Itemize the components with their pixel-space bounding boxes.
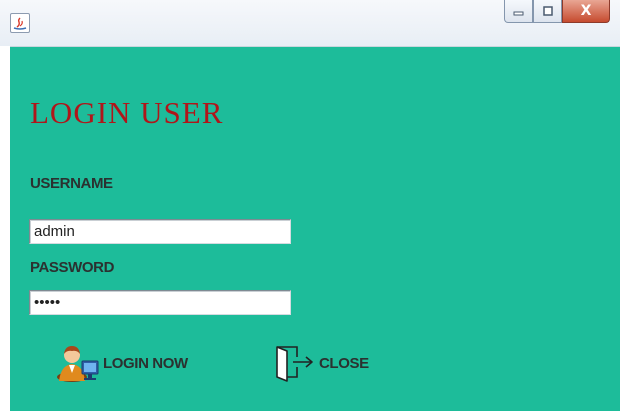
java-app-icon[interactable] xyxy=(10,13,30,33)
minimize-icon xyxy=(513,11,523,16)
maximize-button[interactable] xyxy=(533,0,562,23)
username-input[interactable] xyxy=(29,219,291,244)
window-controls: X xyxy=(504,0,610,28)
close-button[interactable]: CLOSE xyxy=(273,343,369,383)
password-label: PASSWORD xyxy=(30,259,115,276)
user-computer-icon xyxy=(57,346,99,382)
exit-door-icon xyxy=(276,346,313,382)
login-panel: LOGIN USER USERNAME PASSWORD LOGIN NOW xyxy=(10,46,620,411)
close-window-button[interactable]: X xyxy=(562,0,610,23)
login-window: X LOGIN USER USERNAME PASSWORD LOGIN NOW xyxy=(0,0,620,411)
login-now-button[interactable]: LOGIN NOW xyxy=(55,343,188,383)
close-label: CLOSE xyxy=(319,354,369,372)
minimize-button[interactable] xyxy=(504,0,533,23)
username-label: USERNAME xyxy=(30,175,113,192)
close-icon: X xyxy=(580,3,592,19)
maximize-icon xyxy=(542,6,553,16)
password-input[interactable] xyxy=(29,290,291,315)
login-now-label: LOGIN NOW xyxy=(103,354,188,372)
page-title: LOGIN USER xyxy=(30,95,224,130)
title-bar[interactable]: X xyxy=(0,0,620,46)
